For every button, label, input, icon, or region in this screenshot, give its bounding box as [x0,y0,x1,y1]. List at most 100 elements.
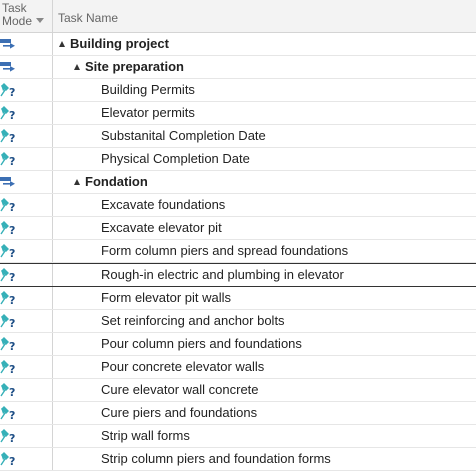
task-mode-cell[interactable] [0,56,53,78]
task-mode-column-header[interactable]: Task Mode [0,0,53,32]
task-row[interactable]: ? Rough-in electric and plumbing in eleva… [0,263,476,287]
manual-schedule-icon: ? [0,314,15,329]
task-name-label: Pour column piers and foundations [101,336,302,351]
task-name-label: Cure elevator wall concrete [101,382,259,397]
task-mode-cell[interactable]: ? [0,287,53,309]
task-mode-cell[interactable]: ? [0,333,53,355]
svg-text:?: ? [9,201,15,213]
task-name-cell[interactable]: Strip column piers and foundation forms [53,448,331,470]
svg-text:?: ? [9,317,15,329]
task-row[interactable]: ? Set reinforcing and anchor bolts [0,310,476,333]
task-name-cell[interactable]: Site preparation [53,56,184,78]
task-name-label: Excavate foundations [101,197,226,212]
task-mode-cell[interactable]: ? [0,102,53,124]
task-name-cell[interactable]: Pour concrete elevator walls [53,356,264,378]
task-row[interactable]: ? Pour concrete elevator walls [0,356,476,379]
task-name-label: Form column piers and spread foundations [101,243,349,258]
task-name-cell[interactable]: Cure piers and foundations [53,402,257,424]
task-row[interactable]: ? Strip column piers and foundation forms [0,448,476,471]
manual-schedule-icon: ? [0,429,15,444]
manual-schedule-icon: ? [0,221,15,236]
manual-schedule-icon: ? [0,83,15,98]
task-name-column-header[interactable]: Task Name [58,11,118,25]
task-name-label: Set reinforcing and anchor bolts [101,313,285,328]
task-name-cell[interactable]: Substanital Completion Date [53,125,266,147]
auto-schedule-icon [0,177,15,187]
task-row[interactable]: ? Elevator permits [0,102,476,125]
task-name-cell[interactable]: Fondation [53,171,148,193]
task-mode-cell[interactable]: ? [0,240,53,262]
task-name-label: Strip wall forms [101,428,190,443]
task-name-cell[interactable]: Form elevator pit walls [53,287,231,309]
task-row[interactable]: ? Form elevator pit walls [0,287,476,310]
task-row[interactable]: ? Cure elevator wall concrete [0,379,476,402]
svg-text:?: ? [9,340,15,352]
task-row[interactable]: ? Substanital Completion Date [0,125,476,148]
task-mode-header-line2: Mode [2,14,33,28]
manual-schedule-icon: ? [0,244,15,259]
task-mode-cell[interactable]: ? [0,194,53,216]
task-name-cell[interactable]: Strip wall forms [53,425,190,447]
svg-text:?: ? [9,271,15,283]
task-row[interactable]: ? Pour column piers and foundations [0,333,476,356]
task-mode-cell[interactable]: ? [0,425,53,447]
task-mode-cell[interactable]: ? [0,402,53,424]
task-name-label: Cure piers and foundations [101,405,258,420]
task-row[interactable]: ? Strip wall forms [0,425,476,448]
task-name-cell[interactable]: Elevator permits [53,102,195,124]
svg-text:?: ? [9,294,15,306]
task-name-cell[interactable]: Form column piers and spread foundations [53,240,348,262]
task-name-cell[interactable]: Rough-in electric and plumbing in elevat… [53,264,344,286]
task-row[interactable]: Site preparation [0,56,476,79]
task-name-cell[interactable]: Excavate elevator pit [53,217,222,239]
task-mode-cell[interactable]: ? [0,125,53,147]
task-row[interactable]: ? Excavate foundations [0,194,476,217]
task-name-cell[interactable]: Pour column piers and foundations [53,333,302,355]
svg-text:?: ? [9,132,15,144]
task-name-cell[interactable]: Building project [53,33,169,55]
task-row[interactable]: Fondation [0,171,476,194]
task-row[interactable]: ? Form column piers and spread foundation… [0,240,476,263]
task-name-cell[interactable]: Physical Completion Date [53,148,250,170]
manual-schedule-icon: ? [0,198,15,213]
collapse-triangle-icon[interactable] [74,64,80,70]
manual-schedule-icon: ? [0,360,15,375]
task-mode-cell[interactable]: ? [0,79,53,101]
task-name-cell[interactable]: Cure elevator wall concrete [53,379,259,401]
task-row[interactable]: ? Excavate elevator pit [0,217,476,240]
task-name-cell[interactable]: Building Permits [53,79,195,101]
svg-text:?: ? [9,455,15,467]
chevron-down-icon[interactable] [36,18,44,23]
task-mode-cell[interactable]: ? [0,379,53,401]
task-mode-cell[interactable]: ? [0,264,53,286]
task-name-label: Site preparation [85,59,184,74]
task-mode-cell[interactable]: ? [0,448,53,470]
task-mode-cell[interactable] [0,171,53,193]
task-row[interactable]: ? Building Permits [0,79,476,102]
manual-schedule-icon: ? [0,291,15,306]
task-mode-cell[interactable]: ? [0,148,53,170]
task-name-label: Building Permits [101,82,195,97]
task-mode-cell[interactable]: ? [0,217,53,239]
collapse-triangle-icon[interactable] [59,41,65,47]
task-row[interactable]: ? Physical Completion Date [0,148,476,171]
task-row[interactable]: ? Cure piers and foundations [0,402,476,425]
task-name-label: Substanital Completion Date [101,128,266,143]
task-mode-cell[interactable]: ? [0,356,53,378]
task-name-label: Fondation [85,174,148,189]
task-mode-cell[interactable] [0,33,53,55]
task-mode-cell[interactable]: ? [0,310,53,332]
svg-text:?: ? [9,247,15,259]
task-name-cell[interactable]: Set reinforcing and anchor bolts [53,310,285,332]
collapse-triangle-icon[interactable] [74,179,80,185]
manual-schedule-icon: ? [0,452,15,467]
task-name-label: Physical Completion Date [101,151,250,166]
svg-text:?: ? [9,155,15,167]
task-name-label: Pour concrete elevator walls [101,359,265,374]
manual-schedule-icon: ? [0,152,15,167]
auto-schedule-icon [0,39,15,49]
task-row[interactable]: Building project [0,33,476,56]
task-name-cell[interactable]: Excavate foundations [53,194,225,216]
task-name-label: Form elevator pit walls [101,290,232,305]
task-name-label: Elevator permits [101,105,195,120]
